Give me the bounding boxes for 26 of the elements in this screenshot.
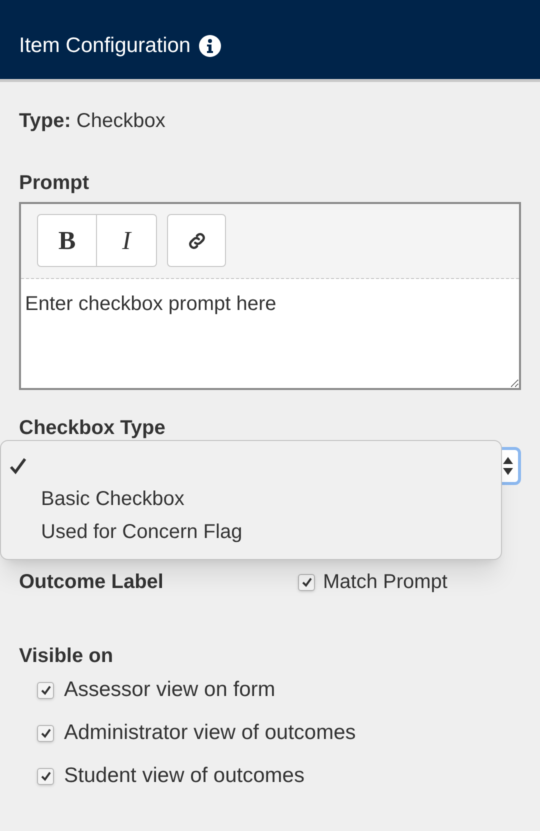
check-icon bbox=[300, 576, 312, 588]
link-button[interactable] bbox=[167, 214, 226, 267]
menu-option[interactable]: Used for Concern Flag bbox=[1, 515, 501, 548]
field-label: Checkbox Type bbox=[19, 416, 166, 440]
field-label: Visible on bbox=[19, 644, 114, 669]
panel-title: Item Configuration bbox=[19, 32, 191, 59]
field-label: Outcome Label bbox=[19, 570, 164, 595]
checkbox[interactable] bbox=[37, 724, 54, 742]
check-icon bbox=[40, 684, 52, 696]
menu-option[interactable]: Basic Checkbox bbox=[1, 482, 501, 515]
prompt-field[interactable]: Enter checkbox prompt here bbox=[21, 279, 519, 388]
info-icon[interactable] bbox=[198, 34, 221, 56]
checkbox[interactable] bbox=[37, 682, 54, 698]
check-icon bbox=[40, 770, 52, 782]
check-icon bbox=[40, 727, 52, 739]
italic-button[interactable]: I bbox=[97, 214, 157, 267]
bold-button[interactable]: B bbox=[37, 214, 97, 267]
checkbox-label: Administrator view of outcomes bbox=[64, 720, 356, 746]
check-icon bbox=[9, 456, 27, 474]
field-label: Prompt bbox=[19, 171, 90, 196]
checkbox-label: Match Prompt bbox=[323, 570, 448, 595]
item-type: Type: Checkbox bbox=[19, 109, 166, 134]
checkbox[interactable] bbox=[37, 768, 54, 784]
checkbox-label: Assessor view on form bbox=[64, 677, 276, 703]
checkbox-label: Student view of outcomes bbox=[64, 763, 304, 789]
checkbox[interactable] bbox=[298, 574, 315, 590]
